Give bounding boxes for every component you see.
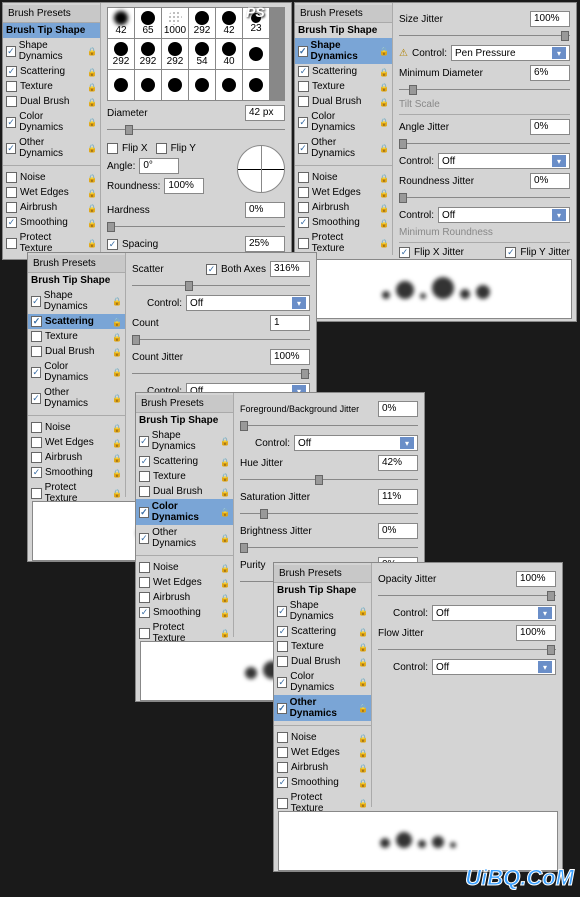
diameter-field[interactable]: 42 px bbox=[245, 105, 285, 121]
dual-brush[interactable]: Dual Brush bbox=[3, 94, 100, 109]
diameter-label: Diameter bbox=[107, 108, 148, 119]
control-select[interactable]: Pen Pressure▾ bbox=[451, 45, 570, 61]
checkbox-icon[interactable] bbox=[6, 46, 16, 57]
color-dynamics[interactable]: Color Dynamics bbox=[3, 109, 100, 135]
hue-jitter-field[interactable]: 42% bbox=[378, 455, 418, 471]
lock-icon bbox=[87, 46, 97, 56]
brush-preview bbox=[278, 811, 558, 871]
shape-dynamics[interactable]: Shape Dynamics bbox=[3, 38, 100, 64]
shape-dynamics-panel: Brush Presets Brush Tip Shape Shape Dyna… bbox=[294, 2, 577, 322]
noise[interactable]: Noise bbox=[3, 170, 100, 185]
count-field[interactable]: 1 bbox=[270, 315, 310, 331]
brush-tip-panel: Brush Presets Brush Tip Shape Shape Dyna… bbox=[2, 2, 292, 260]
diameter-slider[interactable] bbox=[107, 125, 285, 135]
tip-settings: 42 65 1000 292 42 23 292 292 292 54 40 D… bbox=[101, 3, 291, 259]
bright-jitter-field[interactable]: 0% bbox=[378, 523, 418, 539]
count-jitter-field[interactable]: 100% bbox=[270, 349, 310, 365]
fgbg-jitter-field[interactable]: 0% bbox=[378, 401, 418, 417]
watermark-top: PS bbox=[246, 4, 265, 20]
hardness-field[interactable]: 0% bbox=[245, 202, 285, 218]
brush-preview bbox=[299, 259, 572, 319]
watermark-bottom: UiBQ.CoM bbox=[465, 865, 574, 891]
texture[interactable]: Texture bbox=[3, 79, 100, 94]
smoothing[interactable]: Smoothing bbox=[3, 215, 100, 230]
angle-jitter-field[interactable]: 0% bbox=[530, 119, 570, 135]
preset-list: Brush Presets Brush Tip Shape Shape Dyna… bbox=[295, 3, 393, 255]
scattering[interactable]: Scattering bbox=[3, 64, 100, 79]
warning-icon: ⚠ bbox=[399, 48, 408, 59]
scatter-field[interactable]: 316% bbox=[270, 261, 310, 277]
brush-grid[interactable]: 42 65 1000 292 42 23 292 292 292 54 40 bbox=[107, 7, 285, 101]
airbrush[interactable]: Airbrush bbox=[3, 200, 100, 215]
flow-jitter-field[interactable]: 100% bbox=[516, 625, 556, 641]
roundness-jitter-field[interactable]: 0% bbox=[530, 173, 570, 189]
angle-widget[interactable] bbox=[237, 145, 285, 193]
preset-list: Brush Presets Brush Tip Shape Shape Dyna… bbox=[3, 3, 101, 259]
sat-jitter-field[interactable]: 11% bbox=[378, 489, 418, 505]
min-diameter-field[interactable]: 6% bbox=[530, 65, 570, 81]
spacing-field[interactable]: 25% bbox=[245, 236, 285, 252]
presets-header[interactable]: Brush Presets bbox=[3, 5, 100, 23]
other-dynamics-panel: Brush Presets Brush Tip Shape Shape Dyna… bbox=[273, 562, 563, 872]
hardness-slider[interactable] bbox=[107, 222, 285, 232]
opacity-jitter-field[interactable]: 100% bbox=[516, 571, 556, 587]
angle-field[interactable]: 0° bbox=[139, 158, 179, 174]
roundness-field[interactable]: 100% bbox=[164, 178, 204, 194]
wet-edges[interactable]: Wet Edges bbox=[3, 185, 100, 200]
size-jitter-field[interactable]: 100% bbox=[530, 11, 570, 27]
brush-tip-shape[interactable]: Brush Tip Shape bbox=[3, 23, 100, 38]
other-dynamics[interactable]: Other Dynamics bbox=[3, 135, 100, 161]
